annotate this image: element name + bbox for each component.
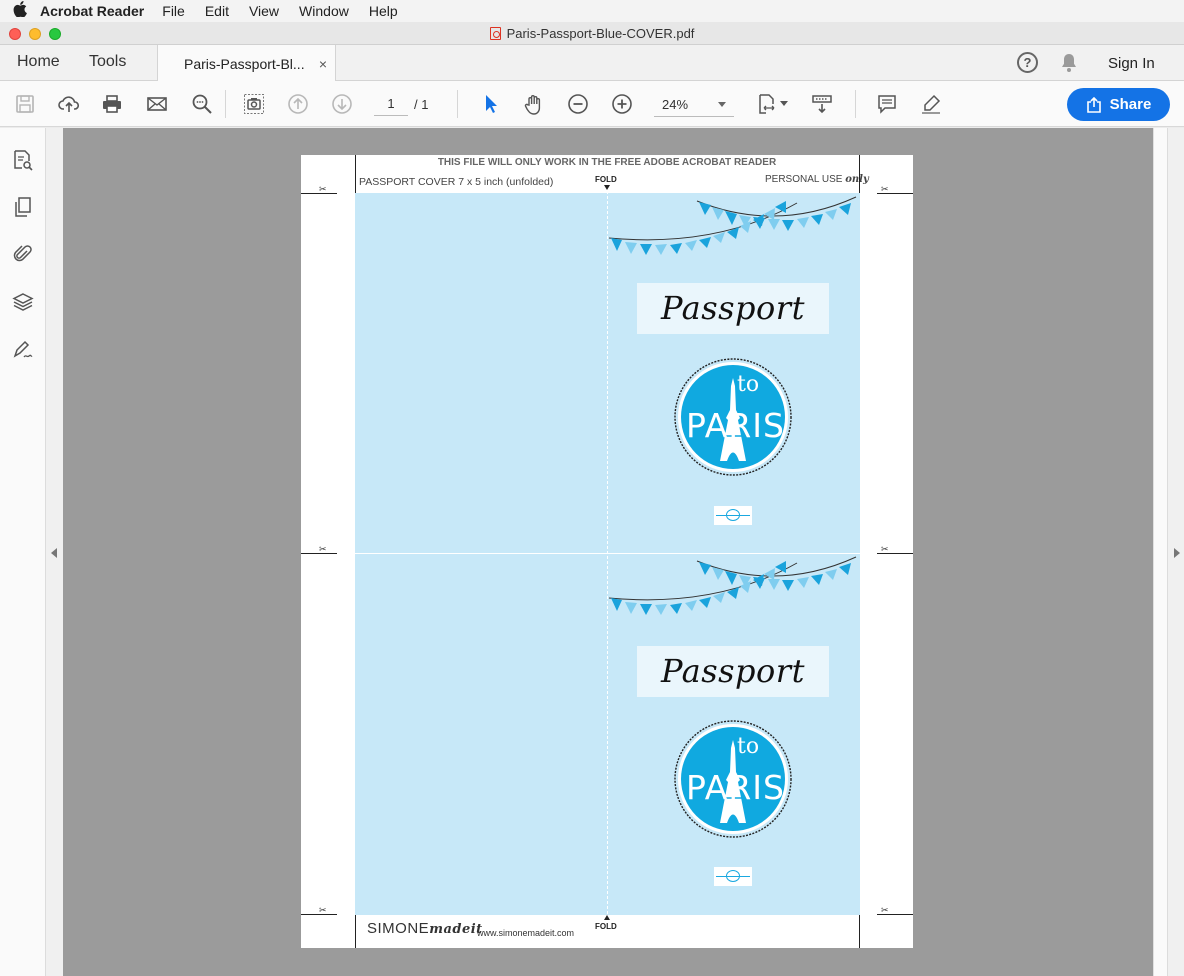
- sign-in-button[interactable]: Sign In: [1108, 55, 1155, 72]
- brand-url: www.simonemadeit.com: [477, 928, 575, 938]
- badge-to: to: [737, 372, 760, 397]
- scissors-icon: ✂: [319, 905, 327, 915]
- zoom-value: 24%: [662, 97, 689, 112]
- page-thumbnails-icon[interactable]: [10, 147, 36, 173]
- fold-arrow-icon: [604, 915, 610, 920]
- crop-mark: [355, 915, 356, 948]
- menu-file[interactable]: File: [162, 3, 185, 19]
- share-button[interactable]: Share: [1067, 88, 1170, 121]
- pdf-file-icon: [489, 27, 501, 40]
- prev-page-icon[interactable]: [285, 91, 311, 117]
- passport-title-bottom: Passport: [637, 646, 829, 697]
- signature-icon[interactable]: [10, 336, 36, 362]
- chevron-right-icon: [1174, 548, 1180, 558]
- toolbar-separator: [457, 90, 458, 118]
- zoom-select[interactable]: 24%: [654, 95, 734, 117]
- attachments-icon[interactable]: [10, 241, 36, 267]
- crop-mark: [859, 155, 860, 193]
- bunting-top: [608, 196, 857, 255]
- page-total: / 1: [414, 97, 429, 112]
- brand-main: SIMONE: [367, 920, 430, 937]
- zoom-out-icon[interactable]: [565, 91, 591, 117]
- paris-badge-bottom: to PARIS: [674, 720, 792, 838]
- closure-slot-bottom: [714, 867, 752, 886]
- right-panel-toggle[interactable]: [1167, 128, 1184, 976]
- crop-mark: [355, 155, 356, 193]
- layers-icon[interactable]: [10, 289, 36, 315]
- passport-title-top: Passport: [637, 283, 829, 334]
- tab-tools[interactable]: Tools: [89, 53, 126, 71]
- window-title-text: Paris-Passport-Blue-COVER.pdf: [506, 26, 695, 41]
- chevron-left-icon: [51, 548, 57, 558]
- print-icon[interactable]: [99, 91, 125, 117]
- highlight-icon[interactable]: [918, 91, 944, 117]
- bell-icon[interactable]: [1060, 53, 1078, 78]
- page-fit-icon[interactable]: [754, 91, 780, 117]
- window-title: Paris-Passport-Blue-COVER.pdf: [0, 26, 1184, 41]
- scissors-icon: ✂: [881, 544, 889, 554]
- brand-logo: SIMONEmadeit: [367, 920, 483, 937]
- apple-icon[interactable]: [0, 1, 40, 21]
- header-notice: THIS FILE WILL ONLY WORK IN THE FREE ADO…: [437, 157, 777, 168]
- help-icon[interactable]: ?: [1017, 52, 1038, 73]
- zoom-in-icon[interactable]: [609, 91, 635, 117]
- select-cursor-icon[interactable]: [477, 91, 503, 117]
- scissors-icon: ✂: [881, 184, 889, 194]
- toolbar: 1 / 1 24% Share: [0, 81, 1184, 127]
- toolbar-separator: [225, 90, 226, 118]
- scissors-icon: ✂: [319, 184, 327, 194]
- hand-icon[interactable]: [521, 91, 547, 117]
- scissors-icon: ✂: [319, 544, 327, 554]
- email-icon[interactable]: [144, 91, 170, 117]
- tab-document-label: Paris-Passport-Bl...: [184, 56, 305, 72]
- menu-bar: Acrobat Reader File Edit View Window Hel…: [0, 0, 1184, 22]
- crop-mark: [859, 915, 860, 948]
- badge-paris: PARIS: [686, 406, 785, 445]
- share-label: Share: [1109, 96, 1152, 113]
- find-icon[interactable]: [189, 91, 215, 117]
- menu-edit[interactable]: Edit: [205, 3, 229, 19]
- personal-use-label: PERSONAL USE only: [765, 174, 869, 185]
- badge-to: to: [737, 734, 760, 759]
- share-icon: [1086, 96, 1101, 113]
- save-icon[interactable]: [12, 91, 38, 117]
- menu-view[interactable]: View: [249, 3, 279, 19]
- size-label: PASSPORT COVER 7 x 5 inch (unfolded): [359, 176, 554, 188]
- title-bar: Paris-Passport-Blue-COVER.pdf: [0, 22, 1184, 45]
- scroll-mode-icon[interactable]: [809, 91, 835, 117]
- fold-label-bottom: FOLD: [595, 922, 617, 931]
- comment-icon[interactable]: [874, 91, 900, 117]
- pages-icon[interactable]: [10, 194, 36, 220]
- tab-home[interactable]: Home: [17, 53, 60, 71]
- snapshot-icon[interactable]: [241, 91, 267, 117]
- close-tab-icon[interactable]: ×: [319, 56, 327, 72]
- vertical-scrollbar[interactable]: [1153, 128, 1167, 976]
- bunting-bottom: [608, 556, 857, 615]
- app-name[interactable]: Acrobat Reader: [40, 3, 144, 19]
- upload-icon[interactable]: [56, 91, 82, 117]
- paris-badge-top: to PARIS: [674, 358, 792, 476]
- menu-window[interactable]: Window: [299, 3, 349, 19]
- brand-script: madeit: [429, 922, 483, 937]
- next-page-icon[interactable]: [329, 91, 355, 117]
- personal-use-text: PERSONAL USE: [765, 174, 843, 185]
- chevron-down-icon[interactable]: [780, 101, 788, 106]
- fold-label-top: FOLD: [595, 175, 617, 184]
- closure-slot-top: [714, 506, 752, 525]
- page-number-input[interactable]: 1: [374, 96, 408, 116]
- badge-paris: PARIS: [686, 768, 785, 807]
- tab-row: Home Tools Paris-Passport-Bl... × ? Sign…: [0, 45, 1184, 82]
- scissors-icon: ✂: [881, 905, 889, 915]
- tab-document[interactable]: Paris-Passport-Bl... ×: [157, 45, 336, 82]
- left-panel-toggle[interactable]: [46, 128, 63, 976]
- left-navigation-panel: [0, 128, 46, 976]
- fold-arrow-icon: [604, 185, 610, 190]
- personal-use-script: only: [845, 174, 869, 185]
- pdf-page: THIS FILE WILL ONLY WORK IN THE FREE ADO…: [301, 155, 913, 948]
- chevron-down-icon: [718, 102, 726, 107]
- menu-help[interactable]: Help: [369, 3, 398, 19]
- toolbar-separator: [855, 90, 856, 118]
